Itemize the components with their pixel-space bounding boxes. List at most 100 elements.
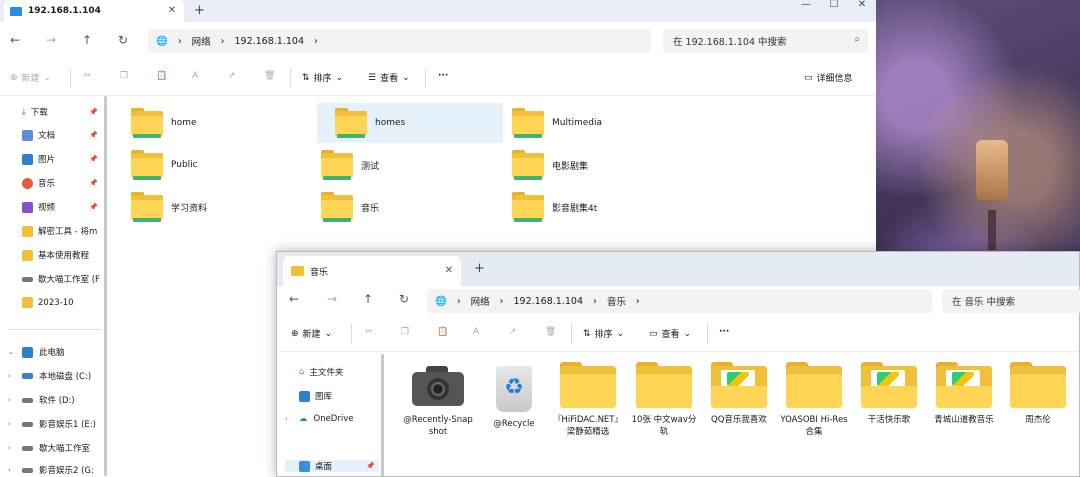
cut-icon[interactable]: ✂ xyxy=(365,327,373,337)
folder-item[interactable]: 学习资料 xyxy=(113,187,299,227)
view-button[interactable]: ▭ 查看 ⌄ xyxy=(649,327,691,341)
close-tab-icon[interactable]: ✕ xyxy=(445,265,453,276)
sidebar-item-folder[interactable]: 2023-10 xyxy=(22,297,106,308)
tab-network[interactable]: 192.168.1.104 ✕ xyxy=(4,0,184,22)
up-arrow-icon[interactable]: ↑ xyxy=(82,33,92,47)
sidebar-item-home[interactable]: ⌂ 主文件夹 xyxy=(299,366,383,378)
up-arrow-icon[interactable]: ↑ xyxy=(363,292,373,306)
pin-icon[interactable]: 📌 xyxy=(89,179,98,187)
back-arrow-icon[interactable]: ← xyxy=(10,33,20,47)
grid-item[interactable]: @Recently-Snapshot xyxy=(402,362,474,438)
maximize-button[interactable]: ☐ xyxy=(820,0,848,22)
share-icon[interactable]: ↗ xyxy=(228,71,236,81)
chevron-right-icon: › xyxy=(8,420,11,428)
grid-item[interactable]: 青城山道教音乐 xyxy=(928,362,1000,426)
address-box[interactable]: 🌐 › 网络 › 192.168.1.104 › 音乐 › xyxy=(427,289,932,313)
sidebar-item-onedrive[interactable]: › ☁ OneDrive xyxy=(285,414,383,424)
tree-item-drive-e[interactable]: › 影音娱乐1 (E:) xyxy=(8,418,106,430)
folder-item[interactable]: 音乐 xyxy=(303,187,489,227)
view-button[interactable]: ☰ 查看 ⌄ xyxy=(368,71,410,85)
tab-title: 音乐 xyxy=(310,267,329,278)
refresh-icon[interactable]: ↻ xyxy=(118,33,128,47)
new-button[interactable]: ⊕ 新建 ⌄ xyxy=(10,71,51,85)
window-controls: — ☐ ✕ xyxy=(792,0,876,22)
network-folder-icon xyxy=(131,150,163,180)
more-options-button[interactable]: ··· xyxy=(438,71,448,81)
breadcrumb-network[interactable]: 网络 xyxy=(471,294,490,308)
grid-item[interactable]: QQ音乐我喜欢 xyxy=(703,362,775,426)
copy-icon[interactable]: ❐ xyxy=(401,327,409,337)
breadcrumb-host[interactable]: 192.168.1.104 xyxy=(234,36,304,47)
breadcrumb-host[interactable]: 192.168.1.104 xyxy=(513,296,583,307)
pin-icon[interactable]: 📌 xyxy=(89,108,98,116)
share-icon[interactable]: ↗ xyxy=(509,327,517,337)
sidebar-item-gallery[interactable]: 图库 xyxy=(299,390,383,402)
disk-icon xyxy=(22,373,33,379)
tree-item-drive-d[interactable]: › 软件 (D:) xyxy=(8,394,106,406)
new-button[interactable]: ⊕ 新建 ⌄ xyxy=(291,327,332,341)
folder-item[interactable]: 电影剧集 xyxy=(494,145,680,185)
item-label: YOASOBI Hi-Res合集 xyxy=(780,415,848,437)
minimize-button[interactable]: — xyxy=(792,0,820,22)
pin-icon[interactable]: 📌 xyxy=(89,131,98,139)
network-folder-icon xyxy=(512,192,544,222)
paste-icon[interactable]: 📋 xyxy=(437,327,448,337)
watermark: 值 什么值得买 xyxy=(950,440,1055,464)
grid-item[interactable]: 周杰伦 xyxy=(1002,362,1074,426)
search-input[interactable]: 在 音乐 中搜索 xyxy=(942,289,1080,313)
refresh-icon[interactable]: ↻ xyxy=(399,292,409,306)
download-icon: ⤓ xyxy=(22,107,26,117)
folder-item[interactable]: 测试 xyxy=(303,145,489,185)
grid-item[interactable]: 10张 中文wav分轨 xyxy=(628,362,700,438)
sidebar-item-desktop[interactable]: 桌面 xyxy=(285,460,379,472)
forward-arrow-icon[interactable]: → xyxy=(327,292,337,306)
sidebar-label: 视频 xyxy=(38,203,56,213)
folder-item[interactable]: homes xyxy=(317,103,503,143)
address-box[interactable]: 🌐 › 网络 › 192.168.1.104 › xyxy=(148,29,651,53)
grid-item[interactable]: 干活快乐歌 xyxy=(853,362,925,426)
search-input[interactable]: 在 192.168.1.104 中搜索 ⌕ xyxy=(663,29,868,53)
divider xyxy=(571,324,572,344)
folder-item[interactable]: Multimedia xyxy=(494,103,680,143)
sidebar-item-folder[interactable]: 解密工具 - 将m xyxy=(22,225,106,237)
delete-icon[interactable]: 🗑 xyxy=(264,71,275,81)
sidebar-item-folder[interactable]: 基本使用教程 xyxy=(22,249,106,261)
music-icon xyxy=(22,177,33,189)
rename-icon[interactable]: A xyxy=(192,71,198,81)
forward-arrow-icon[interactable]: → xyxy=(46,33,56,47)
pin-icon[interactable]: 📌 xyxy=(89,155,98,163)
copy-icon[interactable]: ❐ xyxy=(120,71,128,81)
grid-item[interactable]: 『HiFiDAC.NET』梁静茹精选 xyxy=(552,362,624,438)
tree-item-drive-g[interactable]: › 影音娱乐2 (G: xyxy=(8,464,106,476)
sort-button[interactable]: ⇅ 排序 ⌄ xyxy=(583,327,624,341)
details-button[interactable]: ▭ 详细信息 xyxy=(804,71,853,85)
grid-item[interactable]: YOASOBI Hi-Res合集 xyxy=(778,362,850,438)
paste-icon[interactable]: 📋 xyxy=(156,71,167,81)
sidebar-scrollbar[interactable] xyxy=(381,354,384,476)
sidebar-scrollbar[interactable] xyxy=(104,96,107,476)
cut-icon[interactable]: ✂ xyxy=(84,71,92,81)
close-window-button[interactable]: ✕ xyxy=(848,0,876,22)
grid-item[interactable]: ♻ @Recycle xyxy=(478,362,550,430)
breadcrumb-folder[interactable]: 音乐 xyxy=(607,294,626,308)
pin-icon[interactable]: 📌 xyxy=(366,462,375,470)
new-tab-button[interactable]: + xyxy=(474,261,485,276)
folder-item[interactable]: Public xyxy=(113,145,299,185)
new-tab-button[interactable]: + xyxy=(194,3,205,18)
sidebar-item-drive[interactable]: 歇大喵工作室 (F xyxy=(22,273,106,285)
breadcrumb-network[interactable]: 网络 xyxy=(192,34,211,48)
delete-icon[interactable]: 🗑 xyxy=(545,327,556,337)
tree-item-this-pc[interactable]: ⌄ 此电脑 xyxy=(8,346,106,358)
divider xyxy=(425,68,426,88)
sort-button[interactable]: ⇅ 排序 ⌄ xyxy=(302,71,343,85)
back-arrow-icon[interactable]: ← xyxy=(289,292,299,306)
folder-item[interactable]: home xyxy=(113,103,299,143)
rename-icon[interactable]: A xyxy=(473,327,479,337)
tree-item-drive-c[interactable]: › 本地磁盘 (C:) xyxy=(8,370,106,382)
folder-item[interactable]: 影音剧集4t xyxy=(494,187,680,227)
close-tab-icon[interactable]: ✕ xyxy=(168,5,176,16)
tree-item-drive-f[interactable]: › 歇大喵工作室 xyxy=(8,442,106,454)
tab-music[interactable]: 音乐 ✕ xyxy=(283,256,461,286)
pin-icon[interactable]: 📌 xyxy=(89,203,98,211)
more-options-button[interactable]: ··· xyxy=(719,327,729,337)
